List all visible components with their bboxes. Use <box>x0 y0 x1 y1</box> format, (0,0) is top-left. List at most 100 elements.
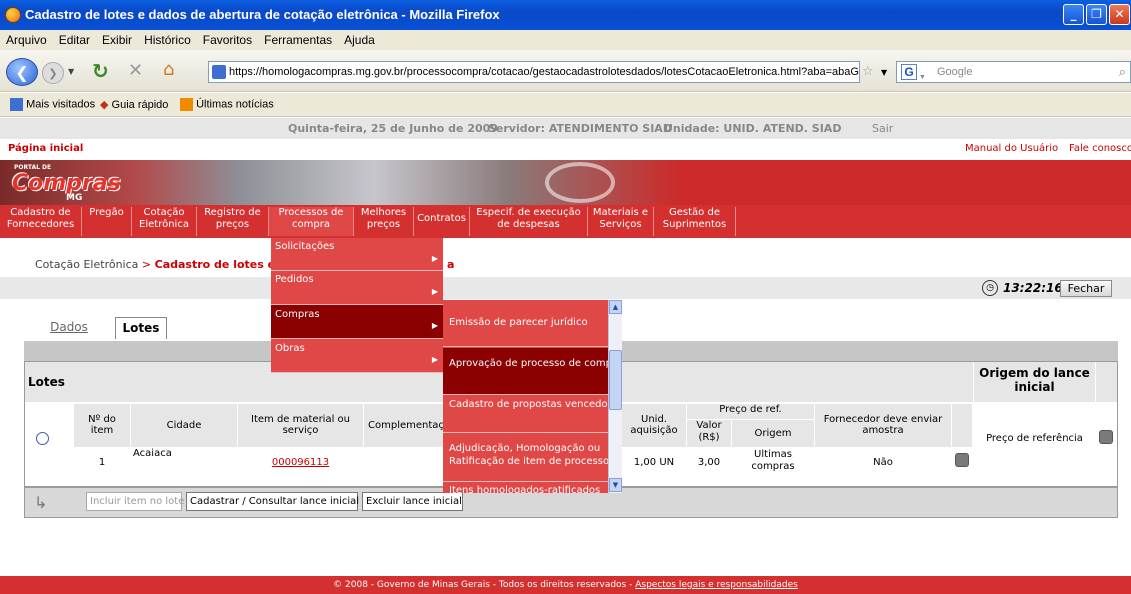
header-complementacao: Complementaçã <box>364 404 444 447</box>
scroll-thumb[interactable] <box>609 350 622 410</box>
site-banner: PORTAL DE Compras MG <box>0 160 1131 205</box>
fire-icon: ◆ <box>100 99 109 111</box>
document-icon[interactable] <box>955 453 969 467</box>
submenu-label: Aprovação de processo de compra <box>449 358 608 369</box>
unit-text: Unidade: UNID. ATEND. SIAD <box>664 122 842 135</box>
home-icon[interactable]: ⌂ <box>163 59 174 80</box>
menu-ferramentas[interactable]: Ferramentas <box>258 30 338 47</box>
lote-radio[interactable] <box>36 432 49 445</box>
register-bid-button[interactable]: Cadastrar / Consultar lance inicial <box>186 492 359 511</box>
menu-cotacao-eletronica[interactable]: Cotação Eletrônica <box>132 207 197 236</box>
submenu-parecer-juridico[interactable]: Emissão de parecer jurídico <box>443 300 608 347</box>
bookmark-label: Últimas notícias <box>196 98 274 111</box>
origem-document-icon[interactable] <box>1099 430 1113 444</box>
close-window-button[interactable]: ✕ <box>1109 4 1130 25</box>
add-item-button[interactable]: Incluir item no lote <box>86 492 184 511</box>
dropdown-label: Compras <box>275 309 320 320</box>
dropdown-obras[interactable]: Obras ▶ <box>271 339 443 373</box>
maximize-button[interactable]: ❐ <box>1086 4 1107 25</box>
header-fornecedor: Fornecedor deve enviar amostra <box>815 404 951 447</box>
url-text: https://homologacompras.mg.gov.br/proces… <box>229 66 859 78</box>
search-input[interactable]: G ▼ Google ⌕ <box>896 61 1131 83</box>
dropdown-compras[interactable]: Compras ▶ <box>271 305 443 339</box>
footer-text: © 2008 - Governo de Minas Gerais - Todos… <box>333 580 636 590</box>
scroll-down-icon[interactable]: ▼ <box>609 478 622 492</box>
menu-melhores-precos[interactable]: Melhores preços <box>354 207 414 236</box>
submenu-adjudicacao[interactable]: Adjudicação, Homologação ou Ratificação … <box>443 434 608 482</box>
bookmark-label: Guia rápido <box>111 99 169 111</box>
logo-sub-text: MG <box>66 193 83 203</box>
bookmark-mais-visitados[interactable]: Mais visitados <box>10 98 95 111</box>
dropdown-label: Obras <box>275 343 305 354</box>
main-menu: Cadastro de Fornecedores Pregão Cotação … <box>0 205 1131 238</box>
menu-exibir[interactable]: Exibir <box>96 30 138 47</box>
close-button[interactable]: Fechar <box>1060 280 1112 297</box>
menu-favoritos[interactable]: Favoritos <box>197 30 258 47</box>
menu-arquivo[interactable]: Arquivo <box>0 30 53 47</box>
breadcrumb-separator: > <box>138 258 155 271</box>
delete-bid-button[interactable]: Excluir lance inicial <box>362 492 463 511</box>
home-link[interactable]: Página inicial <box>8 143 83 154</box>
links-bar: Página inicial Manual do Usuário Fale co… <box>0 139 1131 160</box>
submenu-scrollbar[interactable]: ▲ ▼ <box>608 300 622 493</box>
logout-link[interactable]: Sair <box>872 122 893 135</box>
search-engine-dropdown-icon[interactable]: ▼ <box>919 68 926 88</box>
menu-contratos[interactable]: Contratos <box>414 207 470 236</box>
header-num-item: Nº do item <box>74 404 130 447</box>
back-button[interactable]: ❮ <box>6 58 38 86</box>
stop-icon[interactable]: ✕ <box>128 60 143 81</box>
cell-item-link[interactable]: 000096113 <box>238 457 363 468</box>
submenu-itens-homologados[interactable]: Itens homologados-ratificados <box>443 483 608 493</box>
reload-icon[interactable]: ↻ <box>92 59 109 83</box>
toolbar-strip: ◷ 13:22:16 <box>0 277 1131 299</box>
search-icon[interactable]: ⌕ <box>1119 62 1126 82</box>
header-item: Item de material ou serviço <box>238 404 363 447</box>
bookmark-ultimas-noticias[interactable]: Últimas notícias <box>180 98 274 111</box>
origem-header-spacer <box>1096 362 1117 402</box>
minimize-button[interactable]: _ <box>1063 4 1084 25</box>
menu-registro-precos[interactable]: Registro de preços <box>197 207 269 236</box>
cell-origem: Últimas compras <box>751 449 795 472</box>
footer-legal-link[interactable]: Aspectos legais e responsabilidades <box>635 580 798 590</box>
google-icon[interactable]: G <box>901 64 917 80</box>
menu-editar[interactable]: Editar <box>53 30 96 47</box>
menu-cadastro-fornecedores[interactable]: Cadastro de Fornecedores <box>0 207 82 236</box>
menu-pregao[interactable]: Pregão <box>82 207 132 236</box>
submenu-label: Emissão de parecer jurídico <box>449 317 588 328</box>
submenu-label: Itens homologados-ratificados <box>449 485 601 493</box>
submenu-propostas-vencedoras[interactable]: Cadastro de propostas vencedoras <box>443 396 608 433</box>
firefox-icon <box>5 7 21 23</box>
menu-materiais-servicos[interactable]: Materiais e Serviços <box>588 207 654 236</box>
history-dropdown-icon[interactable]: ▼ <box>68 67 74 76</box>
at-sign-graphic <box>545 162 615 203</box>
submenu-aprovacao-processo[interactable]: Aprovação de processo de compra <box>443 348 608 395</box>
return-arrow-icon: ↳ <box>34 493 48 512</box>
dropdown-pedidos[interactable]: Pedidos ▶ <box>271 271 443 305</box>
tab-dados-gerais[interactable]: Dados gerais <box>30 317 108 354</box>
menu-historico[interactable]: Histórico <box>138 30 197 47</box>
dropdown-label: Solicitações <box>275 241 335 252</box>
chevron-right-icon: ▶ <box>431 321 438 330</box>
scroll-up-icon[interactable]: ▲ <box>609 300 622 314</box>
manual-link[interactable]: Manual do Usuário <box>965 143 1058 154</box>
breadcrumb-root[interactable]: Cotação Eletrônica <box>35 258 138 271</box>
forward-button[interactable]: ❯ <box>42 62 64 84</box>
cell-valor: 3,00 <box>697 457 721 468</box>
cell-num-item: 1 <box>98 457 106 468</box>
menu-ajuda[interactable]: Ajuda <box>338 30 381 47</box>
bookmark-guia-rapido[interactable]: ◆ Guia rápido <box>100 98 168 111</box>
menu-gestao-suprimentos[interactable]: Gestão de Suprimentos <box>654 207 736 236</box>
menu-processos-compra[interactable]: Processos de compra <box>269 207 354 236</box>
dropdown-solicitacoes[interactable]: Solicitações ▶ <box>271 238 443 271</box>
menu-especif-despesas[interactable]: Especif. de execução de despesas <box>470 207 588 236</box>
cell-unid: 1,00 UN <box>633 457 675 468</box>
url-dropdown-icon[interactable]: ▼ <box>881 68 887 77</box>
bookmarks-toolbar: Mais visitados ◆ Guia rápido Últimas not… <box>0 93 1131 117</box>
origem-header: Origem do lance inicial <box>974 362 1095 402</box>
contact-link[interactable]: Fale conosco <box>1069 143 1131 154</box>
bookmark-star-icon[interactable]: ☆ <box>862 64 874 79</box>
tab-lotes[interactable]: Lotes <box>115 317 167 339</box>
window-title: Cadastro de lotes e dados de abertura de… <box>25 7 500 22</box>
url-bar[interactable]: https://homologacompras.mg.gov.br/proces… <box>208 61 860 83</box>
browser-menubar: Arquivo Editar Exibir Histórico Favoritos Fer… <box>0 30 1131 50</box>
